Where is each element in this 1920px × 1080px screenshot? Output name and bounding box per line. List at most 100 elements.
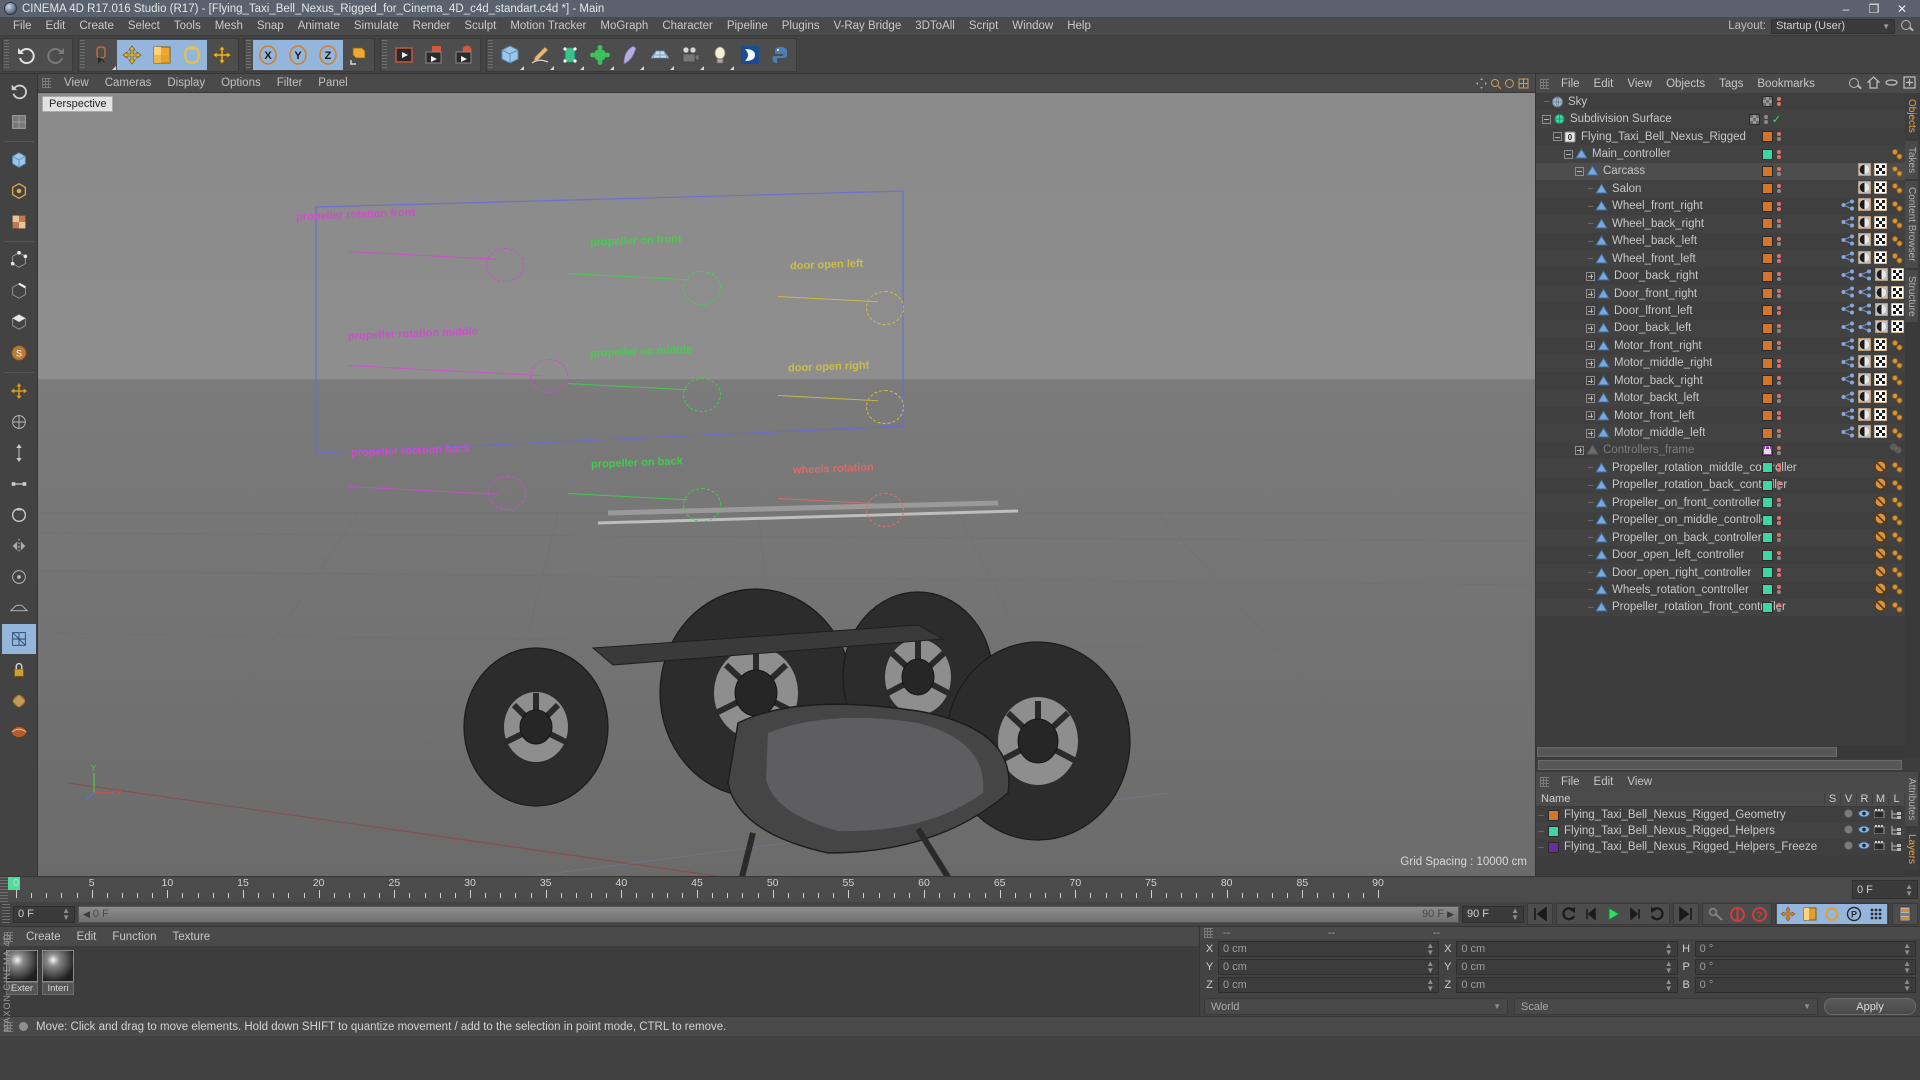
move-tool-button[interactable] <box>117 39 147 70</box>
object-row[interactable]: Subdivision Surface ✓ <box>1536 110 1906 128</box>
material-tag-icon[interactable] <box>1857 354 1872 371</box>
menu-item-edit[interactable]: Edit <box>39 17 73 36</box>
controller-ring[interactable] <box>683 378 721 412</box>
visibility-dots[interactable] <box>1777 498 1781 508</box>
timeline-range-bar[interactable]: ◀ 0 F 90 F ▶ <box>78 905 1459 923</box>
lock-x-axis-button[interactable]: X <box>253 39 283 70</box>
object-tree[interactable]: – Sky Subdivision Surface ✓ 0 Flying_Taxi_Bel… <box>1536 93 1906 746</box>
move-tool-alt-button[interactable] <box>207 39 237 70</box>
layer-color-swatch[interactable] <box>1762 532 1773 544</box>
layer-color-swatch[interactable] <box>1762 96 1773 108</box>
collapse-toggle[interactable] <box>1542 114 1551 124</box>
expand-toggle[interactable] <box>1586 393 1595 403</box>
object-row[interactable]: Door_back_left <box>1536 319 1906 338</box>
object-row[interactable]: Motor_back_right <box>1536 372 1906 390</box>
layer-color-swatch[interactable] <box>1762 183 1773 195</box>
object-row[interactable]: – Sky <box>1536 93 1906 111</box>
scroll-thumb[interactable] <box>1537 747 1837 757</box>
layer-color-swatch[interactable] <box>1762 444 1773 456</box>
layer-color-swatch[interactable] <box>1762 375 1773 387</box>
floor-sky-button[interactable] <box>645 39 675 70</box>
timeline-track[interactable]: 0 5 10 15 20 25 30 35 40 45 50 55 60 65 70 75 80 85 90 <box>8 877 1850 903</box>
rotate-axis-button[interactable] <box>2 500 36 530</box>
layer-color-swatch[interactable] <box>1748 113 1760 125</box>
protection-tag-icon[interactable] <box>1874 477 1887 493</box>
visibility-dots[interactable] <box>1777 602 1781 612</box>
uvw-tag-icon[interactable] <box>1873 232 1888 249</box>
layers-menu-file[interactable]: File <box>1554 776 1587 788</box>
layer-color-swatch[interactable] <box>1762 131 1773 143</box>
uv-mapping-button[interactable] <box>2 717 36 747</box>
object-row[interactable]: Motor_front_left <box>1536 406 1906 425</box>
constraint-tag-icon[interactable] <box>1841 373 1855 388</box>
loop-button[interactable] <box>1646 904 1668 924</box>
coord-rotation-p-field[interactable]: 0 ° ▲ ▼ <box>1694 959 1916 975</box>
material-preview[interactable] <box>42 950 74 982</box>
panel-grip[interactable] <box>1540 78 1549 89</box>
layer-color-swatch[interactable] <box>1762 200 1773 212</box>
layer-color-swatch[interactable] <box>1762 253 1773 265</box>
layer-manager-icon[interactable] <box>1888 841 1904 854</box>
menu-item-create[interactable]: Create <box>72 17 121 36</box>
nurbs-generator-button[interactable] <box>555 39 585 70</box>
constraint-tag-icon[interactable] <box>1841 321 1855 336</box>
stepper-icon[interactable]: ▲ ▼ <box>1903 978 1911 993</box>
layer-color-swatch[interactable] <box>1548 825 1559 837</box>
expand-toggle[interactable] <box>1586 323 1595 333</box>
expand-toggle[interactable] <box>1586 358 1595 368</box>
stepper-icon[interactable]: ▲ ▼ <box>1665 942 1673 957</box>
uvw-tag-icon[interactable] <box>1890 302 1905 319</box>
constraint-tag-icon[interactable] <box>1841 199 1855 214</box>
visibility-dots[interactable] <box>1777 393 1781 403</box>
object-row[interactable]: Motor_front_right <box>1536 337 1906 355</box>
edges-mode-button[interactable] <box>2 276 36 306</box>
layer-row[interactable]: – Flying_Taxi_Bell_Nexus_Rigged_Geometry <box>1536 807 1920 823</box>
undo-button[interactable] <box>11 39 41 70</box>
material-menu-texture[interactable]: Texture <box>164 931 218 943</box>
xpresso-tag-icon[interactable] <box>1890 217 1904 230</box>
go-to-end-button[interactable] <box>1675 904 1697 924</box>
object-row[interactable]: – Door_open_right_controller <box>1536 563 1906 582</box>
model-mode-button[interactable] <box>2 145 36 175</box>
layer-row[interactable]: – Flying_Taxi_Bell_Nexus_Rigged_Helpers_F… <box>1536 839 1920 855</box>
object-row[interactable]: Motor_middle_right <box>1536 354 1906 372</box>
visibility-dots[interactable] <box>1777 550 1781 560</box>
om-home-icon[interactable] <box>1866 75 1881 92</box>
xpresso-tag-icon[interactable] <box>1890 566 1904 579</box>
python-script-button[interactable] <box>765 39 795 70</box>
panel-grip[interactable] <box>2 904 10 925</box>
menu-item-3dtoall[interactable]: 3DToAll <box>908 17 962 36</box>
polygons-mode-button[interactable] <box>2 307 36 337</box>
side-tab-attributes[interactable]: Attributes <box>1905 772 1918 827</box>
constraint-tag-icon[interactable] <box>1858 286 1872 301</box>
layer-color-swatch[interactable] <box>1548 809 1559 821</box>
coord-size-z-field[interactable]: 0 cm ▲ ▼ <box>1456 977 1678 993</box>
coord-position-y-field[interactable]: 0 cm ▲ ▼ <box>1218 959 1440 975</box>
visibility-dots[interactable] <box>1777 97 1781 107</box>
enable-check-icon[interactable]: ✓ <box>1772 113 1781 126</box>
side-tab-structure[interactable]: Structure <box>1905 269 1918 323</box>
side-tab-takes[interactable]: Takes <box>1905 140 1918 180</box>
layer-color-swatch[interactable] <box>1762 218 1773 230</box>
object-row[interactable]: Door_front_right <box>1536 284 1906 303</box>
scale-axis-button[interactable] <box>2 469 36 499</box>
xpresso-tag-icon[interactable] <box>1890 200 1904 213</box>
cube-primitive-button[interactable] <box>495 39 525 70</box>
layer-color-swatch[interactable] <box>1762 497 1773 509</box>
material-tag-icon[interactable] <box>1857 407 1872 424</box>
protection-tag-icon[interactable] <box>1874 564 1887 581</box>
xpresso-tag-icon[interactable] <box>1890 357 1904 370</box>
material-tag-icon[interactable] <box>1857 337 1872 354</box>
point-level-key-button[interactable] <box>1865 904 1887 925</box>
layers-rows[interactable]: – Flying_Taxi_Bell_Nexus_Rigged_Geometry –… <box>1536 807 1920 855</box>
viewport-menu-options[interactable]: Options <box>213 77 269 89</box>
layers-hscrollbar[interactable] <box>1538 760 1902 770</box>
visibility-dots[interactable] <box>1777 411 1781 421</box>
toolbar-grip[interactable] <box>246 39 251 70</box>
layer-color-swatch[interactable] <box>1762 392 1773 404</box>
expand-toggle[interactable] <box>1575 445 1584 455</box>
play-reverse-loop-button[interactable] <box>1558 904 1580 924</box>
layer-color-swatch[interactable] <box>1762 305 1773 317</box>
layer-color-swatch[interactable] <box>1762 322 1773 334</box>
object-row[interactable]: 0 Flying_Taxi_Bell_Nexus_Rigged <box>1536 127 1906 146</box>
